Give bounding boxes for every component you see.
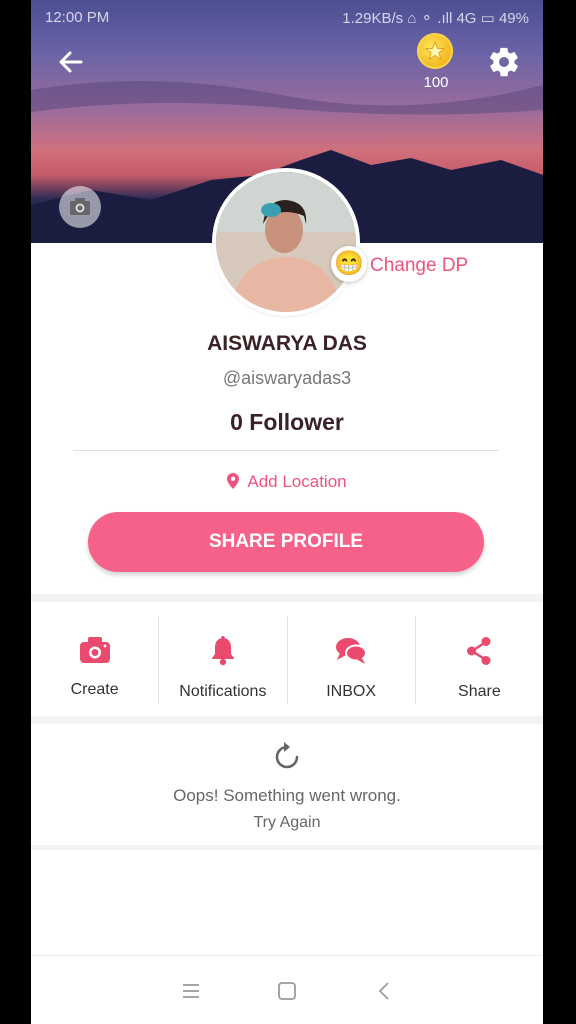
avatar[interactable] bbox=[216, 172, 356, 312]
profile-handle: @aiswaryadas3 bbox=[222, 368, 352, 388]
coin-icon[interactable] bbox=[417, 33, 453, 69]
divider bbox=[73, 450, 499, 451]
reload-icon[interactable] bbox=[270, 740, 304, 774]
profile-name: AISWARYA DAS bbox=[207, 332, 367, 355]
status-indicators: 1.29KB/s ⌂ ⚬ .ıll 4G ▭ 49% bbox=[342, 10, 529, 27]
back-nav-icon[interactable] bbox=[373, 979, 397, 1003]
action-label: Create bbox=[70, 681, 119, 698]
coin-count: 100 bbox=[423, 74, 449, 91]
share-button[interactable]: Share bbox=[414, 616, 543, 704]
avatar-photo bbox=[216, 172, 356, 312]
add-location-label: Add Location bbox=[247, 472, 347, 491]
error-message: Oops! Something went wrong. bbox=[173, 786, 401, 805]
camera-icon bbox=[79, 637, 110, 663]
add-location-link[interactable]: Add Location bbox=[31, 472, 543, 492]
back-button[interactable] bbox=[53, 44, 89, 80]
create-button[interactable]: Create bbox=[31, 616, 158, 704]
location-pin-icon bbox=[227, 473, 240, 489]
section-separator bbox=[31, 716, 543, 724]
action-bar: Create Notifications INBOX Share bbox=[31, 616, 543, 704]
chat-icon bbox=[336, 638, 368, 664]
error-panel: Oops! Something went wrong. Try Again bbox=[31, 730, 543, 845]
action-label: Notifications bbox=[179, 683, 267, 700]
action-label: Share bbox=[458, 683, 501, 700]
notifications-button[interactable]: Notifications bbox=[158, 616, 286, 704]
home-icon[interactable] bbox=[275, 979, 299, 1003]
section-separator bbox=[31, 594, 543, 602]
system-nav-bar bbox=[31, 955, 543, 1024]
follower-count[interactable]: 0 Follower bbox=[31, 409, 543, 436]
try-again-button[interactable]: Try Again bbox=[31, 814, 543, 832]
inbox-button[interactable]: INBOX bbox=[286, 616, 415, 704]
action-label: INBOX bbox=[326, 683, 377, 700]
arrow-left-icon bbox=[59, 51, 83, 73]
section-separator bbox=[31, 845, 543, 850]
gear-icon bbox=[490, 47, 518, 77]
settings-button[interactable] bbox=[487, 45, 521, 79]
change-dp-link[interactable]: Change DP bbox=[370, 255, 468, 277]
change-cover-button[interactable] bbox=[59, 186, 101, 228]
status-time: 12:00 PM bbox=[45, 9, 110, 26]
share-icon bbox=[467, 637, 491, 665]
menu-icon[interactable] bbox=[179, 979, 203, 1003]
profile-screen: 12:00 PM 1.29KB/s ⌂ ⚬ .ıll 4G ▭ 49% 100 bbox=[31, 0, 543, 1024]
emoji-badge[interactable]: 😁 bbox=[331, 246, 367, 282]
bell-icon bbox=[211, 636, 235, 666]
camera-icon bbox=[70, 198, 90, 215]
share-profile-button[interactable]: SHARE PROFILE bbox=[88, 512, 484, 572]
status-bar: 12:00 PM 1.29KB/s ⌂ ⚬ .ıll 4G ▭ 49% bbox=[31, 0, 543, 32]
